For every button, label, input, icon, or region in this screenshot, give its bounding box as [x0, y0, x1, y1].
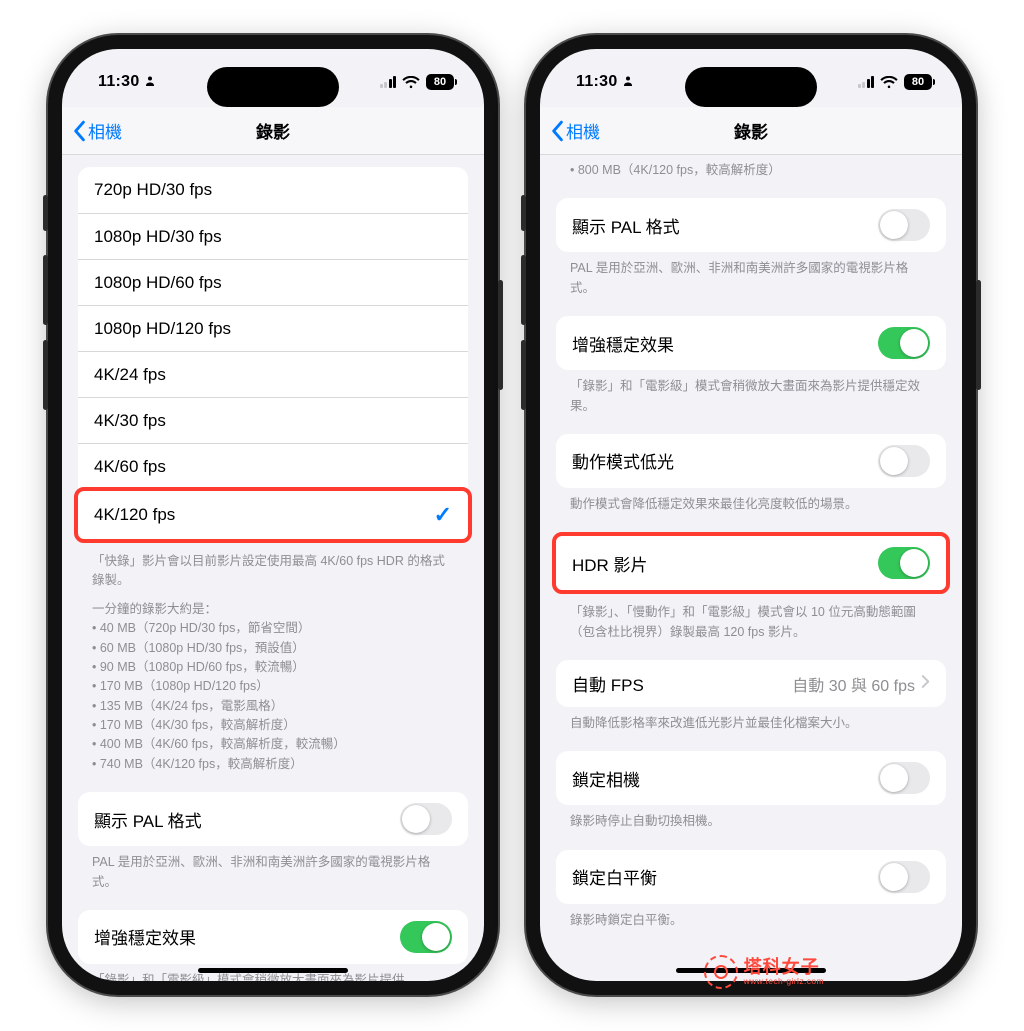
- lock-wb-toggle[interactable]: [878, 861, 930, 893]
- stabilization-toggle[interactable]: [400, 921, 452, 953]
- battery-icon: 80: [426, 74, 454, 90]
- chevron-right-icon: [921, 674, 930, 694]
- resolution-list: 720p HD/30 fps 1080p HD/30 fps 1080p HD/…: [78, 167, 468, 489]
- nav-title: 錄影: [734, 118, 768, 143]
- autofps-row[interactable]: 自動 FPS 自動 30 與 60 fps: [556, 660, 946, 707]
- lock-wb-group: 鎖定白平衡: [556, 850, 946, 904]
- resolution-option[interactable]: 1080p HD/60 fps: [78, 259, 468, 305]
- hdr-toggle-row[interactable]: HDR 影片: [556, 536, 946, 590]
- top-footer: • 800 MB（4K/120 fps，較高解析度）: [540, 159, 962, 182]
- pal-toggle[interactable]: [400, 803, 452, 835]
- back-label: 相機: [566, 118, 600, 143]
- back-button[interactable]: 相機: [72, 107, 122, 154]
- lock-wb-footer: 錄影時鎖定白平衡。: [540, 904, 962, 932]
- dynamic-island: [207, 67, 339, 107]
- autofps-group: 自動 FPS 自動 30 與 60 fps: [556, 660, 946, 707]
- phone-right: 11:30 80 相機 錄影: [526, 35, 976, 995]
- watermark-title: 塔科女子: [744, 958, 824, 977]
- phone-left: 11:30 80 相機 錄影: [48, 35, 498, 995]
- pal-toggle[interactable]: [878, 209, 930, 241]
- cell-signal-icon: [858, 76, 875, 88]
- action-mode-toggle[interactable]: [878, 445, 930, 477]
- pal-toggle-row[interactable]: 顯示 PAL 格式: [556, 198, 946, 252]
- autofps-value: 自動 30 與 60 fps: [792, 672, 915, 696]
- status-time: 11:30: [576, 73, 618, 91]
- side-button: [521, 195, 526, 231]
- home-indicator: [198, 968, 348, 973]
- person-icon: [622, 75, 634, 90]
- hdr-footer: 「錄影」、「慢動作」和「電影級」模式會以 10 位元高動態範圍（包含杜比視界）錄…: [540, 596, 962, 644]
- status-time: 11:30: [98, 73, 140, 91]
- action-mode-group: 動作模式低光: [556, 434, 946, 488]
- stabilization-toggle-row[interactable]: 增強穩定效果: [78, 910, 468, 964]
- pal-footer: PAL 是用於亞洲、歐洲、非洲和南美洲許多國家的電視影片格式。: [540, 252, 962, 300]
- side-button: [498, 280, 503, 390]
- side-button: [43, 340, 48, 410]
- resolution-option[interactable]: 4K/30 fps: [78, 397, 468, 443]
- lock-camera-group: 鎖定相機: [556, 751, 946, 805]
- cell-signal-icon: [380, 76, 397, 88]
- side-button: [43, 195, 48, 231]
- back-button[interactable]: 相機: [550, 107, 600, 154]
- stabilization-toggle[interactable]: [878, 327, 930, 359]
- battery-icon: 80: [904, 74, 932, 90]
- lock-camera-footer: 錄影時停止自動切換相機。: [540, 805, 962, 833]
- resolution-option[interactable]: 4K/60 fps: [78, 443, 468, 489]
- stabilization-group: 增強穩定效果: [556, 316, 946, 370]
- nav-bar: 相機 錄影: [540, 107, 962, 155]
- pal-group: 顯示 PAL 格式: [78, 792, 468, 846]
- side-button: [43, 255, 48, 325]
- watermark-url: www.tech-girlz.com: [744, 977, 824, 986]
- back-label: 相機: [88, 118, 122, 143]
- nav-bar: 相機 錄影: [62, 107, 484, 155]
- pal-group: 顯示 PAL 格式: [556, 198, 946, 252]
- dynamic-island: [685, 67, 817, 107]
- stabilization-group: 增強穩定效果: [78, 910, 468, 964]
- wifi-icon: [880, 76, 898, 89]
- watermark: 塔科女子 www.tech-girlz.com: [704, 955, 824, 989]
- resolution-option[interactable]: 1080p HD/30 fps: [78, 213, 468, 259]
- nav-title: 錄影: [256, 118, 290, 143]
- person-icon: [144, 75, 156, 90]
- wifi-icon: [402, 76, 420, 89]
- pal-toggle-row[interactable]: 顯示 PAL 格式: [78, 792, 468, 846]
- lock-camera-toggle[interactable]: [878, 762, 930, 794]
- pal-footer: PAL 是用於亞洲、歐洲、非洲和南美洲許多國家的電視影片格式。: [62, 846, 484, 894]
- side-button: [521, 255, 526, 325]
- lock-camera-toggle-row[interactable]: 鎖定相機: [556, 751, 946, 805]
- resolution-footer-1: 「快錄」影片會以目前影片設定使用最高 4K/60 fps HDR 的格式錄製。: [62, 545, 484, 593]
- side-button: [521, 340, 526, 410]
- autofps-footer: 自動降低影格率來改進低光影片並最佳化檔案大小。: [540, 707, 962, 735]
- checkmark-icon: ✓: [434, 502, 452, 528]
- resolution-footer-2: 一分鐘的錄影大約是： • 40 MB（720p HD/30 fps，節省空間） …: [62, 593, 484, 776]
- resolution-option[interactable]: 4K/24 fps: [78, 351, 468, 397]
- resolution-option[interactable]: 1080p HD/120 fps: [78, 305, 468, 351]
- highlight-hdr: HDR 影片: [552, 532, 950, 594]
- action-mode-toggle-row[interactable]: 動作模式低光: [556, 434, 946, 488]
- watermark-logo-icon: [704, 955, 738, 989]
- resolution-option[interactable]: 720p HD/30 fps: [78, 167, 468, 213]
- side-button: [976, 280, 981, 390]
- stabilization-footer: 「錄影」和「電影級」模式會稍微放大畫面來為影片提供穩定效果。: [540, 370, 962, 418]
- action-mode-footer: 動作模式會降低穩定效果來最佳化亮度較低的場景。: [540, 488, 962, 516]
- resolution-option-selected[interactable]: 4K/120 fps ✓: [78, 491, 468, 539]
- hdr-toggle[interactable]: [878, 547, 930, 579]
- highlight-selected-resolution: 4K/120 fps ✓: [74, 487, 472, 543]
- stabilization-toggle-row[interactable]: 增強穩定效果: [556, 316, 946, 370]
- lock-wb-toggle-row[interactable]: 鎖定白平衡: [556, 850, 946, 904]
